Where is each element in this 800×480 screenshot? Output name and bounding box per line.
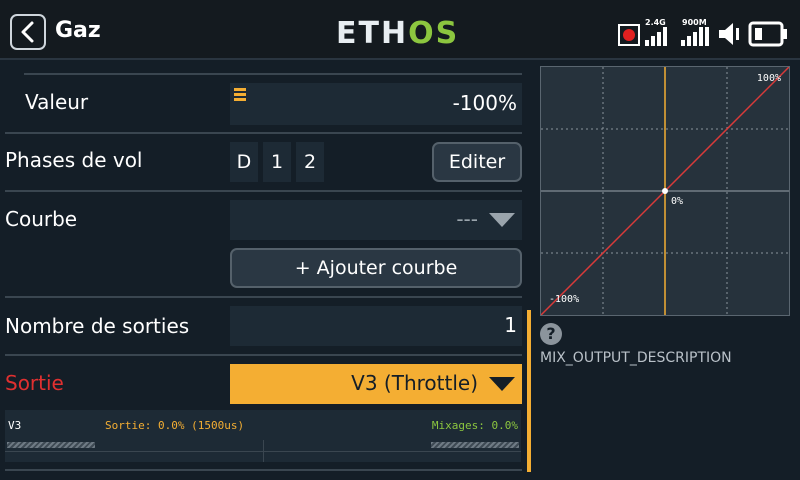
- graph-top-label: 100%: [756, 73, 781, 84]
- nombre-sorties-field[interactable]: 1: [230, 306, 522, 346]
- divider: [5, 354, 522, 356]
- valeur-label: Valeur: [25, 90, 89, 114]
- graph-bottom-label: -100%: [549, 294, 580, 305]
- output-monitor: V3 Sortie: 0.0% (1500us) Mixages: 0.0%: [5, 410, 521, 462]
- sortie-value: V3 (Throttle): [351, 371, 478, 395]
- back-button[interactable]: [10, 14, 46, 50]
- divider: [5, 132, 522, 134]
- nombre-sorties-label: Nombre de sorties: [5, 314, 190, 338]
- output-bar-right: [431, 442, 519, 448]
- add-curve-button[interactable]: + Ajouter courbe: [230, 248, 522, 288]
- battery-icon: [748, 21, 787, 47]
- speaker-icon: [719, 23, 739, 45]
- phase-2[interactable]: 2: [296, 142, 324, 182]
- curve-graph-svg: [541, 67, 789, 315]
- edit-phases-button[interactable]: Editer: [432, 142, 522, 182]
- scrollbar[interactable]: [527, 310, 531, 472]
- curve-current-point: [662, 188, 668, 194]
- valeur-value: -100%: [452, 91, 517, 115]
- phase-1[interactable]: 1: [263, 142, 291, 182]
- chevron-left-icon: [21, 21, 34, 43]
- divider: [5, 190, 522, 192]
- curve-graph: 100% 0% -100%: [540, 66, 790, 316]
- valeur-field[interactable]: -100%: [230, 83, 522, 125]
- page-title: Gaz: [55, 18, 101, 43]
- divider: [24, 73, 522, 75]
- help-description: MIX_OUTPUT_DESCRIPTION: [540, 350, 732, 366]
- dropdown-triangle-icon: [489, 377, 515, 391]
- help-icon[interactable]: ?: [540, 323, 562, 345]
- nombre-sorties-value: 1: [504, 313, 517, 337]
- courbe-select[interactable]: ---: [230, 200, 522, 240]
- divider: [5, 469, 522, 471]
- output-channel: V3: [8, 419, 22, 432]
- sortie-label: Sortie: [5, 371, 64, 395]
- courbe-value: ---: [456, 207, 478, 231]
- signal-2g4-icon: [645, 27, 667, 46]
- signal-900m-icon: [681, 27, 709, 46]
- dropdown-triangle-icon: [489, 213, 515, 227]
- courbe-label: Courbe: [5, 207, 78, 231]
- output-mixages-text: Mixages: 0.0%: [431, 419, 518, 432]
- phase-d[interactable]: D: [230, 142, 258, 182]
- sortie-select[interactable]: V3 (Throttle): [230, 364, 522, 404]
- phases-label: Phases de vol: [5, 148, 143, 172]
- ethos-logo: ETHOS: [336, 16, 460, 51]
- output-bar-left: [7, 442, 95, 448]
- record-icon: [618, 24, 640, 46]
- divider: [5, 296, 522, 298]
- menu-lines-icon: [234, 88, 246, 101]
- graph-center-label: 0%: [671, 196, 684, 207]
- output-sortie-text: Sortie: 0.0% (1500us): [105, 419, 245, 432]
